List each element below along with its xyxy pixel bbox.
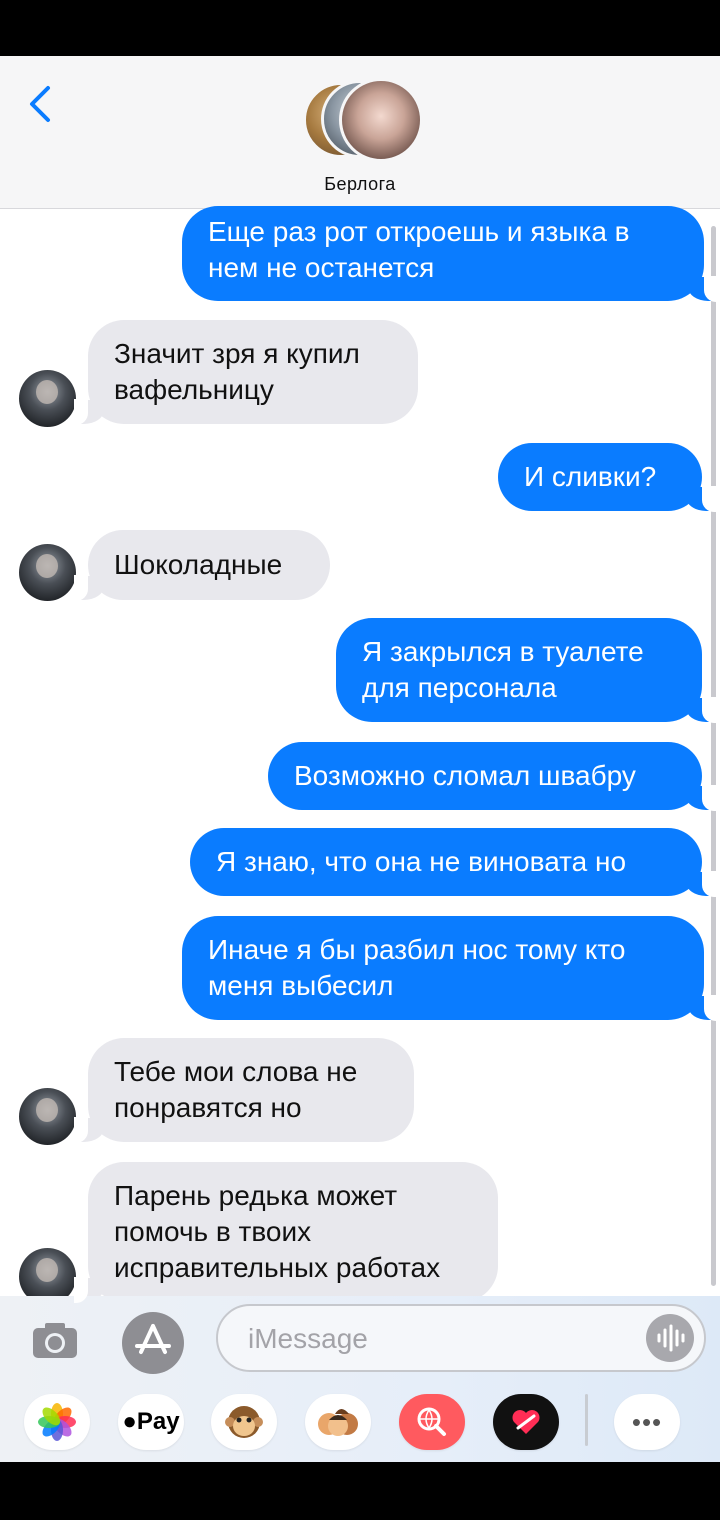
message-bubble-outgoing[interactable]: Возможно сломал швабру [268,742,716,811]
message-text: Возможно сломал швабру [294,760,636,791]
image-search-icon[interactable] [399,1394,465,1450]
message-bubble-incoming[interactable]: Парень редька может помочь в твоих испра… [74,1162,498,1303]
message-text: Тебе мои слова не [114,1056,358,1087]
camera-icon[interactable] [30,1320,80,1360]
message-bubble-outgoing[interactable]: Я закрылся в туалете для персонала [336,618,716,723]
memoji-stickers-icon[interactable] [305,1394,371,1450]
message-text: помочь в твоих [114,1216,312,1247]
message-text: Еще раз рот откроешь и языка в [208,216,630,247]
compose-bar: ●Pay [0,1296,720,1462]
animoji-monkey-icon[interactable] [211,1394,277,1450]
message-bubble-outgoing[interactable]: Я знаю, что она не виновата но [190,828,716,897]
voice-memo-icon[interactable] [646,1314,694,1362]
message-bubble-outgoing[interactable]: Еще раз рот откроешь и языка в нем не ос… [182,206,718,302]
apple-pay-label: Pay [136,1408,180,1435]
message-bubble-incoming[interactable]: Шоколадные [74,530,330,601]
group-member-avatar [339,78,423,162]
group-avatar-stack[interactable] [303,78,423,162]
message-text: исправительных работах [114,1252,441,1283]
message-text: И сливки? [524,461,657,492]
conversation-header: Берлога [0,56,720,209]
more-label: ••• [631,1407,663,1437]
more-icon[interactable]: ••• [614,1394,680,1450]
app-drawer-divider [585,1394,588,1446]
message-bubble-outgoing[interactable]: Иначе я бы разбил нос тому кто меня выбе… [182,916,718,1021]
digital-touch-icon[interactable] [493,1394,559,1450]
message-text: нем не останется [208,252,435,283]
group-name[interactable]: Берлога [0,174,720,195]
message-text: для персонала [362,672,557,703]
app-store-icon[interactable] [122,1312,184,1374]
scrollbar[interactable] [711,226,716,1286]
message-bubble-incoming[interactable]: Значит зря я купил вафельницу [74,320,418,425]
message-text: Значит зря я купил [114,338,360,369]
message-input[interactable] [246,1318,630,1360]
sender-avatar[interactable] [19,370,76,427]
app-drawer: ●Pay ••• [0,1394,720,1454]
message-text: Я знаю, что она не виновата но [216,846,627,877]
message-text: меня выбесил [208,970,394,1001]
message-text: Я закрылся в туалете [362,636,644,667]
message-bubble-incoming[interactable]: Тебе мои слова не понравятся но [74,1038,414,1143]
message-input-field[interactable] [216,1304,706,1372]
apple-logo-icon: ● [122,1408,137,1435]
message-text: Парень редька может [114,1180,398,1211]
message-bubble-outgoing[interactable]: И сливки? [498,443,716,512]
messages-screen: Берлога Еще раз рот откроешь и языка в н… [0,56,720,1462]
sender-avatar[interactable] [19,1088,76,1145]
back-chevron-icon[interactable] [22,82,62,126]
message-text: Иначе я бы разбил нос тому кто [208,934,626,965]
apple-pay-icon[interactable]: ●Pay [118,1394,184,1450]
photos-icon[interactable] [24,1394,90,1450]
sender-avatar[interactable] [19,544,76,601]
app-store-glyph-icon [135,1324,171,1354]
message-text: понравятся но [114,1092,302,1123]
message-text: вафельницу [114,374,274,405]
message-text: Шоколадные [114,549,283,580]
